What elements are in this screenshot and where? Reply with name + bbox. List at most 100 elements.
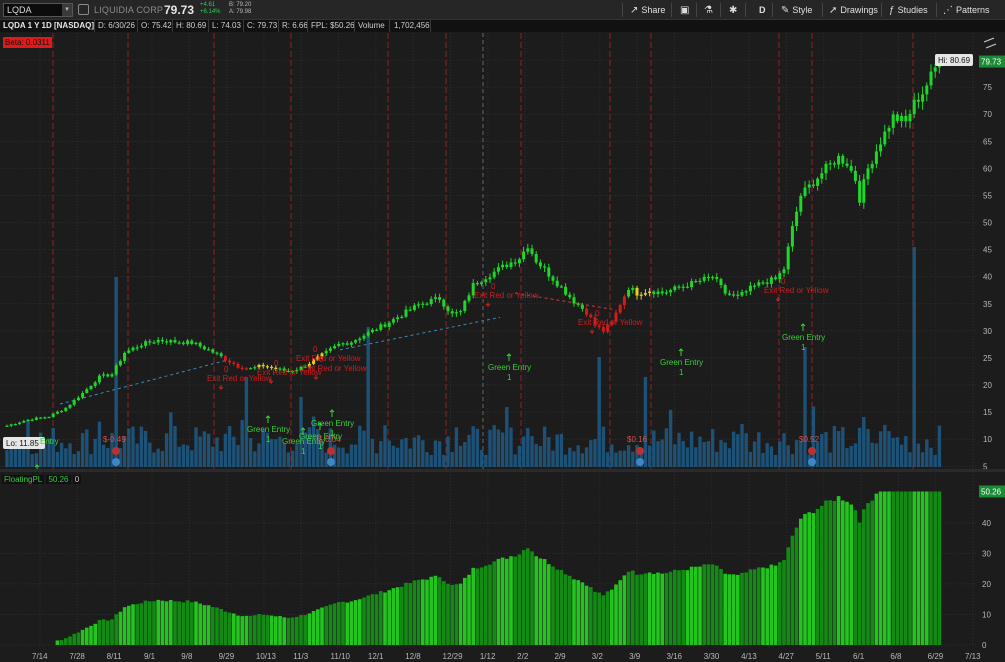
candle-body (43, 417, 47, 419)
volume-bar (173, 426, 177, 467)
candle-body (748, 285, 752, 292)
floating-pl-bar (857, 522, 862, 645)
volume-bar (610, 444, 614, 467)
volume-bar (744, 433, 748, 467)
floating-pl-bar (677, 570, 681, 645)
floating-pl-chart[interactable]: 0 10 20 30 40 50.26 7/14 7/28 8/11 9/1 9/8 9/29 10/1… (0, 472, 1005, 662)
candle-body (589, 314, 593, 318)
candle-body (635, 287, 639, 296)
price-tick-label: 25 (983, 354, 992, 363)
volume-bar (702, 442, 706, 467)
volume-bar (664, 428, 669, 467)
floating-pl-bar (160, 600, 165, 645)
drawings-button[interactable]: ➚ Drawings (829, 3, 878, 17)
pl-tick-label: 10 (982, 610, 991, 619)
candle-body (601, 326, 605, 332)
floating-pl-bar (328, 604, 333, 645)
volume-bar (786, 445, 790, 467)
floating-pl-bar (223, 611, 228, 645)
volume-bar (463, 442, 467, 467)
floating-pl-bar (429, 576, 433, 645)
candle-body (400, 316, 404, 318)
floating-pl-bar (164, 601, 169, 645)
entry-signal-count: 1 (679, 368, 684, 377)
volume-bar (815, 442, 820, 467)
studies-label: Studies (897, 5, 928, 15)
volume-bar (152, 452, 156, 467)
exit-signal-label: Exit Red or Yellow (302, 364, 367, 373)
symbol-dropdown-icon[interactable]: ▾ (62, 4, 72, 16)
candle-body (669, 290, 673, 293)
floating-pl-bar (799, 518, 803, 645)
floating-pl-bar (769, 564, 774, 645)
floating-pl-bar (110, 619, 114, 645)
volume-bar (660, 439, 664, 467)
share-label: Share (641, 5, 666, 15)
symbol-input[interactable]: LQDA ▾ (3, 3, 73, 17)
floating-pl-bar (542, 559, 547, 645)
volume-bar (656, 441, 660, 467)
candle-body (765, 282, 769, 284)
volume-bar (731, 431, 736, 467)
candle-body (76, 397, 80, 401)
candle-body (673, 286, 677, 291)
volume-bar (244, 377, 249, 467)
floating-pl-bar (689, 566, 694, 645)
patterns-button[interactable]: ⋰ Patterns (943, 3, 990, 17)
settings-button[interactable]: ✱ (729, 3, 740, 17)
candle-body (517, 259, 521, 264)
studies-button[interactable]: ƒ Studies (889, 3, 928, 17)
volume-bar (568, 447, 572, 467)
candle-body (732, 294, 736, 296)
style-button[interactable]: ✎ Style (781, 3, 812, 17)
earnings-icon (808, 447, 816, 455)
time-tick-label: 4/13 (741, 652, 757, 661)
floating-pl-bar (391, 588, 396, 645)
price-tick-label: 20 (983, 381, 992, 390)
price-chart[interactable]: 0Exit Red or Yellow0Exit Red or Yellow0E… (0, 33, 1005, 469)
floating-pl-bar (572, 579, 576, 645)
time-tick-label: 6/8 (890, 652, 902, 661)
share-button[interactable]: ↗ Share (630, 3, 665, 17)
volume-bar (677, 432, 681, 467)
volume-bar (458, 445, 463, 467)
volume-bar (551, 450, 555, 467)
candle-body (509, 262, 513, 268)
time-tick-label: 9/29 (219, 652, 235, 661)
candle-body (211, 349, 215, 353)
link-icon[interactable] (78, 4, 89, 15)
floating-pl-bar (920, 491, 925, 645)
floating-pl-bar (887, 491, 891, 645)
info-divider (278, 20, 279, 32)
volume-bar (181, 444, 186, 467)
exit-signal-count: 0 (491, 282, 496, 291)
candle-body (387, 322, 391, 327)
candle-body (9, 424, 13, 426)
candle-body (144, 341, 148, 346)
entry-signal-label: Green Entry (782, 333, 825, 342)
volume-bar (547, 437, 551, 467)
volume-bar (72, 454, 76, 467)
volume-bar (274, 439, 278, 467)
lo-label: Lo: 11.85 (6, 439, 39, 448)
beta-badge: Beta: 0.0311 (3, 37, 52, 48)
volume-bar (715, 451, 719, 467)
volume-bar (652, 430, 656, 467)
floating-pl-bar (555, 569, 559, 645)
volume-bar (631, 451, 635, 467)
candle-body (891, 114, 895, 128)
candle-body (551, 276, 555, 281)
lab-button[interactable]: ⚗ (704, 3, 716, 17)
floating-pl-bar (605, 591, 610, 645)
price-tick-label: 10 (983, 435, 992, 444)
volume-bar (601, 426, 606, 467)
floating-pl-bar (563, 574, 568, 645)
candle-body (177, 342, 181, 344)
candle-body (349, 342, 353, 345)
candle-body (740, 291, 744, 296)
screenshot-button[interactable]: ▣ (680, 3, 692, 17)
aggregation-button[interactable]: D (759, 3, 766, 17)
floating-pl-bar (227, 612, 232, 645)
bid-price: B: 79.20 (229, 2, 252, 8)
candle-body (421, 303, 425, 305)
